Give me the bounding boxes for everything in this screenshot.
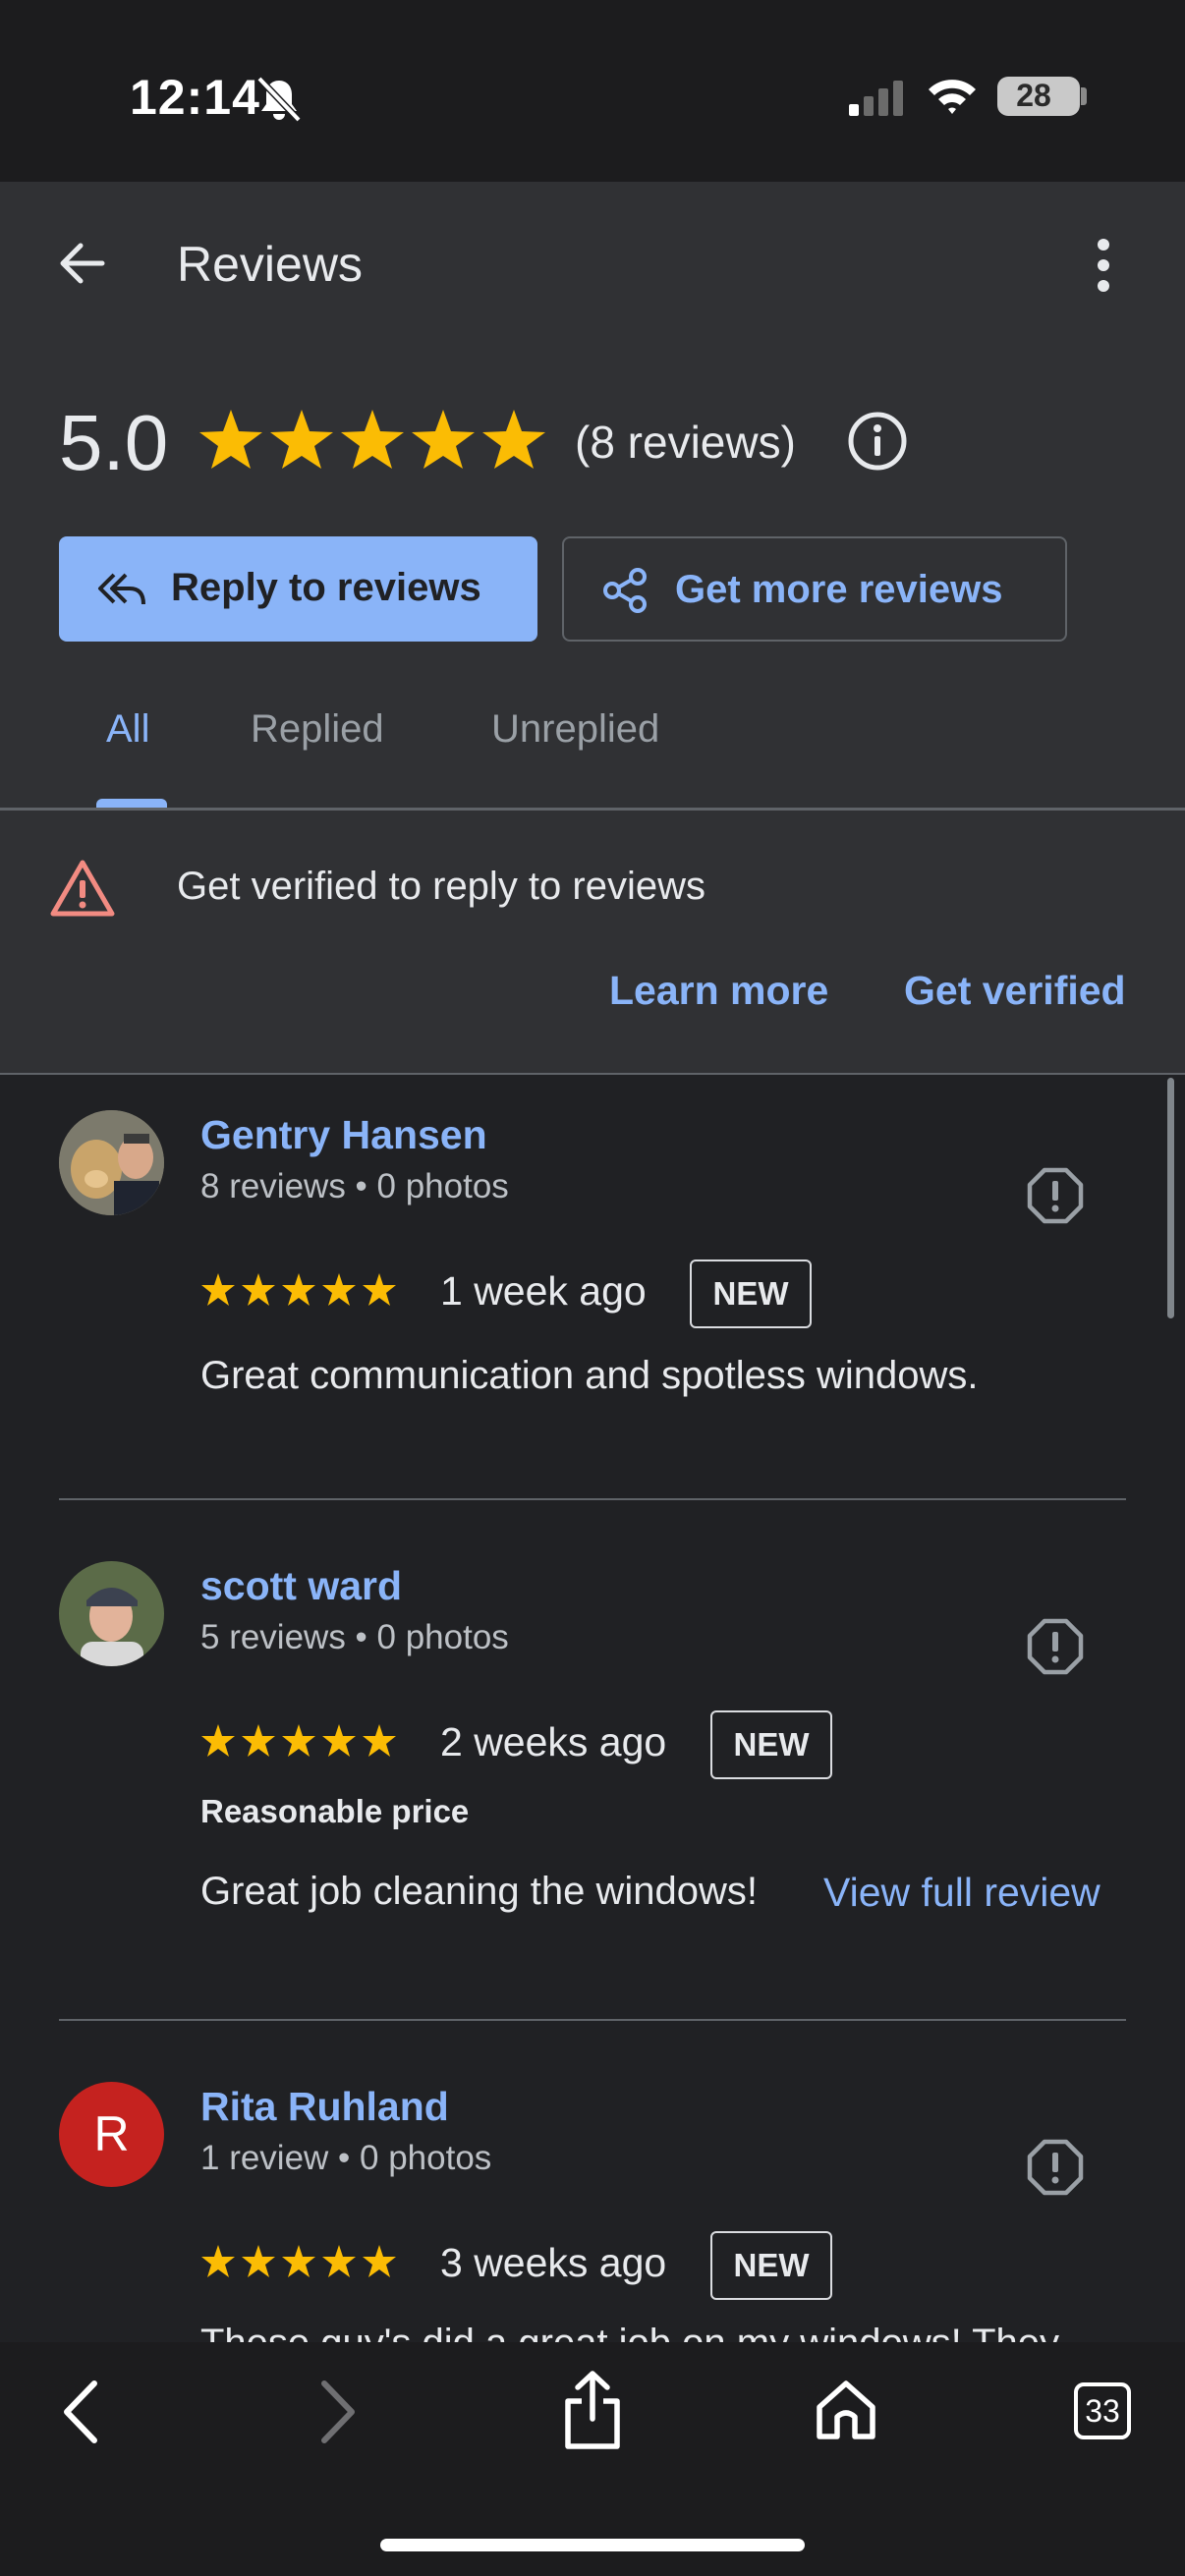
review-count: (8 reviews): [575, 417, 796, 468]
battery-tip: [1081, 87, 1087, 105]
home-icon[interactable]: [814, 2378, 878, 2442]
status-bar: 12:14 28: [0, 0, 1185, 182]
info-icon[interactable]: [847, 411, 908, 472]
avatar[interactable]: [59, 1110, 164, 1215]
warning-icon: [50, 860, 115, 917]
star-icon: [322, 1273, 356, 1306]
verify-message: Get verified to reply to reviews: [177, 865, 705, 908]
browser-forward-icon[interactable]: [312, 2380, 362, 2444]
view-full-review-link[interactable]: View full review: [823, 1870, 1100, 1916]
star-icon: [270, 410, 333, 469]
review-list[interactable]: Gentry Hansen 8 reviews • 0 photos 1 wee…: [0, 1075, 1185, 2342]
star-icon: [242, 1724, 275, 1757]
report-review-icon[interactable]: [1026, 1617, 1085, 1676]
status-time: 12:14: [130, 70, 260, 125]
scrollbar[interactable]: [1167, 1078, 1174, 1318]
reply-to-reviews-button[interactable]: Reply to reviews: [59, 536, 537, 642]
review-stars: [201, 1724, 396, 1757]
more-options-icon[interactable]: [1087, 236, 1120, 295]
star-icon: [363, 1273, 396, 1306]
review-time: 1 week ago: [440, 1268, 647, 1314]
reviewer-meta: 8 reviews • 0 photos: [200, 1167, 509, 1205]
tab-all[interactable]: All: [106, 707, 149, 752]
review-stars: [201, 2245, 396, 2277]
review-time: 2 weeks ago: [440, 1719, 667, 1764]
reviewer-meta: 5 reviews • 0 photos: [200, 1618, 509, 1656]
star-icon: [482, 410, 545, 469]
tabs-count-button[interactable]: 33: [1074, 2382, 1131, 2439]
learn-more-link[interactable]: Learn more: [609, 968, 828, 1014]
review-stars: [201, 1273, 396, 1306]
rating-stars: [199, 410, 545, 469]
star-icon: [363, 1724, 396, 1757]
star-icon: [282, 2245, 315, 2277]
avatar-photo: [59, 1110, 164, 1215]
star-icon: [199, 410, 262, 469]
back-arrow-icon[interactable]: [55, 236, 110, 291]
star-icon: [282, 1273, 315, 1306]
review-text: Great communication and spotless windows…: [200, 1354, 979, 1397]
avatar-photo: [59, 1561, 164, 1666]
bell-slash-icon: [256, 76, 302, 123]
star-icon: [201, 1724, 235, 1757]
new-badge: NEW: [710, 1710, 832, 1779]
new-badge: NEW: [710, 2231, 832, 2300]
star-icon: [322, 2245, 356, 2277]
battery-indicator: 28: [997, 77, 1080, 116]
review-attribute: Reasonable price: [200, 1793, 470, 1829]
avatar[interactable]: [59, 1561, 164, 1666]
avatar-initial: R: [93, 2106, 130, 2161]
get-more-reviews-button[interactable]: Get more reviews: [562, 536, 1067, 642]
star-icon: [282, 1724, 315, 1757]
share-page-icon[interactable]: [560, 2370, 625, 2450]
tab-replied[interactable]: Replied: [251, 707, 384, 752]
get-verified-link[interactable]: Get verified: [904, 968, 1126, 1014]
review-divider: [59, 2019, 1126, 2021]
more-button-label: Get more reviews: [675, 568, 1003, 611]
review-text: These guy's did a great job on my window…: [200, 2322, 1059, 2342]
cellular-signal-icon: [849, 81, 903, 116]
star-icon: [242, 1273, 275, 1306]
reviewer-name[interactable]: Rita Ruhland: [200, 2084, 449, 2130]
wifi-icon: [929, 80, 976, 114]
star-icon: [412, 410, 475, 469]
new-badge: NEW: [690, 1260, 812, 1328]
review-time: 3 weeks ago: [440, 2240, 667, 2285]
reply-all-icon: [98, 573, 145, 605]
star-icon: [201, 2245, 235, 2277]
reviewer-name[interactable]: Gentry Hansen: [200, 1112, 487, 1158]
verify-banner: [0, 811, 1185, 1074]
rating-value: 5.0: [59, 399, 169, 486]
tab-unreplied[interactable]: Unreplied: [491, 707, 659, 752]
reviewer-name[interactable]: scott ward: [200, 1563, 402, 1609]
reviewer-meta: 1 review • 0 photos: [200, 2139, 492, 2177]
page-title: Reviews: [177, 237, 363, 292]
share-icon: [603, 568, 647, 613]
review-text: Great job cleaning the windows!: [200, 1870, 758, 1913]
star-icon: [322, 1724, 356, 1757]
report-review-icon[interactable]: [1026, 1166, 1085, 1225]
star-icon: [363, 2245, 396, 2277]
star-icon: [242, 2245, 275, 2277]
star-icon: [201, 1273, 235, 1306]
reply-button-label: Reply to reviews: [171, 566, 481, 609]
browser-back-icon[interactable]: [57, 2380, 106, 2444]
star-icon: [341, 410, 404, 469]
review-divider: [59, 1498, 1126, 1500]
report-review-icon[interactable]: [1026, 2138, 1085, 2197]
avatar[interactable]: R: [59, 2082, 164, 2187]
home-indicator[interactable]: [380, 2539, 805, 2551]
